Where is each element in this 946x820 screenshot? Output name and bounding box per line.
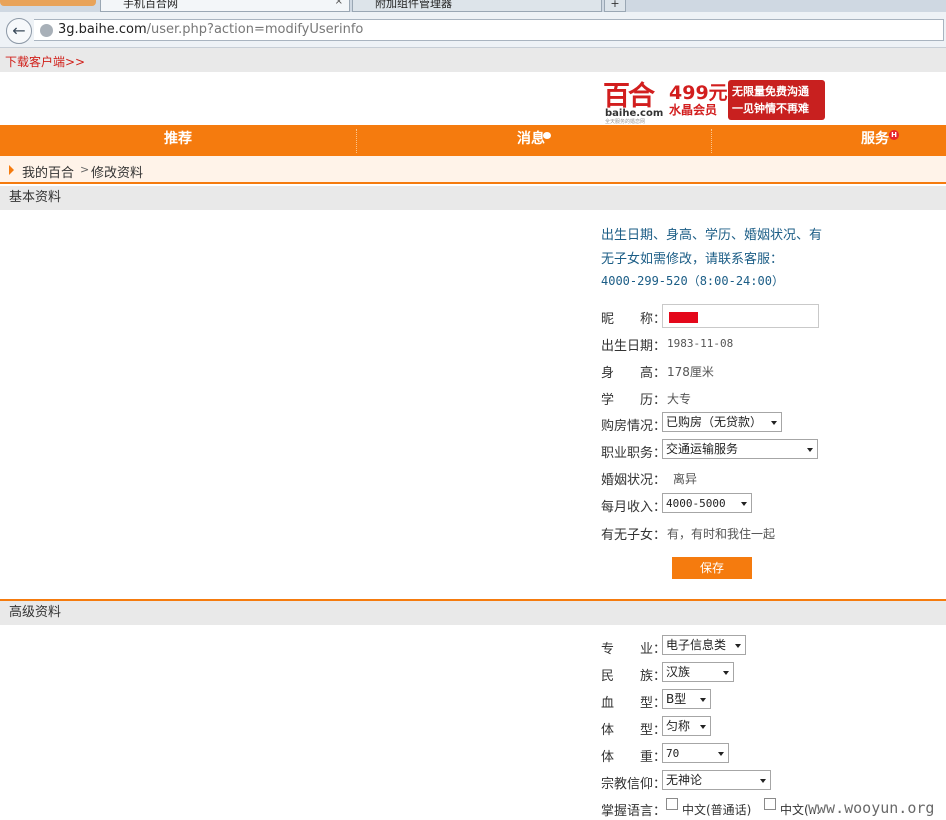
section-title-advanced: 高级资料 xyxy=(0,601,946,625)
nav-recommend[interactable]: 推荐 xyxy=(0,125,356,156)
blood-select[interactable]: B型 xyxy=(662,689,711,709)
tab-label: 附加组件管理器 xyxy=(375,0,452,10)
birthday-label: 出生日期： xyxy=(601,339,667,354)
browser-menu-button[interactable] xyxy=(0,0,96,6)
nav-services[interactable]: 服务 H xyxy=(840,125,920,156)
vip-promo-banner[interactable]: 百合 baihe.com 全天服务的婚恋网 499元 水晶会员 无限量免费沟通 … xyxy=(601,72,827,125)
caret-right-icon xyxy=(9,165,14,175)
job-label: 职业职务： xyxy=(601,446,667,461)
major-label: 专 业： xyxy=(601,642,667,657)
height-value: 178厘米 xyxy=(667,365,714,379)
address-bar[interactable]: 3g.baihe.com/user.php?action=modifyUseri… xyxy=(34,19,944,41)
birthday-value: 1983-11-08 xyxy=(667,337,734,350)
baihe-logo: 百合 baihe.com 全天服务的婚恋网 xyxy=(601,74,665,125)
education-value: 大专 xyxy=(667,392,692,406)
dropdown-arrow-icon xyxy=(771,421,777,425)
house-label: 购房情况： xyxy=(601,419,667,434)
breadcrumb: 我的百合 > 修改资料 xyxy=(0,156,946,184)
dropdown-arrow-icon xyxy=(700,725,706,729)
redacted-nickname xyxy=(669,312,698,323)
children-value: 有，有时和我住一起 xyxy=(667,527,776,541)
dropdown-arrow-icon xyxy=(723,671,729,675)
language-checkbox-mandarin[interactable] xyxy=(666,798,678,810)
ethnicity-select[interactable]: 汉族 xyxy=(662,662,734,682)
back-arrow-icon[interactable]: ← xyxy=(6,18,32,44)
house-select[interactable]: 已购房（无贷款） xyxy=(662,412,782,432)
tab-label: 手机百合网 xyxy=(123,0,178,10)
major-select[interactable]: 电子信息类 xyxy=(662,635,746,655)
weight-label: 体 重： xyxy=(601,750,667,765)
dropdown-arrow-icon xyxy=(807,448,813,452)
promo-price-sub: 水晶会员 xyxy=(669,103,718,117)
religion-label: 宗教信仰： xyxy=(601,777,667,792)
dropdown-arrow-icon xyxy=(760,779,766,783)
breadcrumb-current: 修改资料 xyxy=(91,166,144,181)
income-label: 每月收入： xyxy=(601,500,667,515)
nav-messages[interactable]: 消息 xyxy=(357,125,711,156)
marital-label: 婚姻状况： xyxy=(601,473,667,488)
save-button[interactable]: 保存 xyxy=(672,557,752,579)
close-icon[interactable]: × xyxy=(335,0,343,7)
job-select[interactable]: 交通运输服务 xyxy=(662,439,818,459)
main-nav: 推荐 消息 服务 H xyxy=(0,125,946,156)
children-label: 有无子女： xyxy=(601,528,667,543)
message-dot-badge xyxy=(543,132,551,139)
marital-value: 离异 xyxy=(673,472,698,486)
height-label: 身 高： xyxy=(601,366,667,381)
watermark: www.wooyun.org xyxy=(808,799,935,817)
browser-navigation-bar: ← 3g.baihe.com/user.php?action=modifyUse… xyxy=(0,12,946,48)
download-client-link[interactable]: 下载客户端>> xyxy=(5,53,85,70)
download-bar: 下载客户端>> xyxy=(0,48,946,72)
language-checkbox-other[interactable] xyxy=(764,798,776,810)
body-label: 体 型： xyxy=(601,723,667,738)
logo-tagline: 全天服务的婚恋网 xyxy=(605,119,646,125)
ethnicity-label: 民 族： xyxy=(601,669,667,684)
browser-tab-strip: 手机百合网 × 附加组件管理器 + xyxy=(0,0,946,12)
globe-icon xyxy=(40,24,53,37)
tab-addons-manager[interactable]: 附加组件管理器 xyxy=(352,0,602,12)
dropdown-arrow-icon xyxy=(741,502,747,506)
nav-divider xyxy=(711,129,712,153)
income-select[interactable]: 4000-5000 xyxy=(662,493,752,513)
religion-select[interactable]: 无神论 xyxy=(662,770,771,790)
url-text: 3g.baihe.com/user.php?action=modifyUseri… xyxy=(58,22,364,37)
education-label: 学 历： xyxy=(601,393,667,408)
nickname-label: 昵 称： xyxy=(601,312,667,327)
dropdown-arrow-icon xyxy=(718,752,724,756)
dropdown-arrow-icon xyxy=(735,644,741,648)
dropdown-arrow-icon xyxy=(700,698,706,702)
breadcrumb-home[interactable]: 我的百合 xyxy=(22,162,74,181)
hot-badge: H xyxy=(889,130,899,140)
banner-area: 百合 baihe.com 全天服务的婚恋网 499元 水晶会员 无限量免费沟通 … xyxy=(0,72,946,125)
language-label: 掌握语言： xyxy=(601,804,667,819)
service-phone: 4000-299-520（8:00-24:00） xyxy=(601,274,784,288)
body-select[interactable]: 匀称 xyxy=(662,716,711,736)
promo-badge: 无限量免费沟通 一见钟情不再难 xyxy=(728,80,825,120)
nickname-input[interactable] xyxy=(662,304,819,328)
new-tab-button[interactable]: + xyxy=(604,0,626,12)
tab-mobile-baihe[interactable]: 手机百合网 × xyxy=(100,0,350,12)
weight-select[interactable]: 70 xyxy=(662,743,729,763)
modify-notice: 出生日期、身高、学历、婚姻状况、有无子女如需修改，请联系客服： xyxy=(601,228,823,267)
blood-label: 血 型： xyxy=(601,696,667,711)
language-option-mandarin: 中文(普通话) xyxy=(682,803,752,817)
chevron-right-icon: > xyxy=(80,163,90,176)
section-title-basic: 基本资料 xyxy=(0,186,946,210)
